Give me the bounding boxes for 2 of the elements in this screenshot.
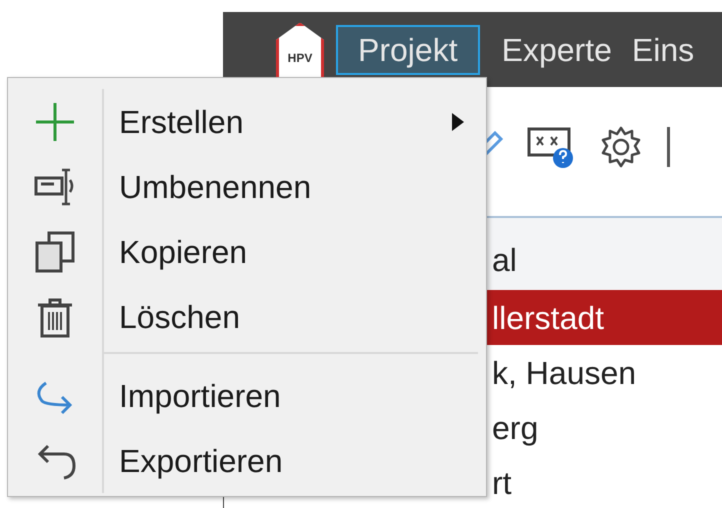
header-text: al [492,244,517,276]
logo-text: HPV [288,52,312,64]
